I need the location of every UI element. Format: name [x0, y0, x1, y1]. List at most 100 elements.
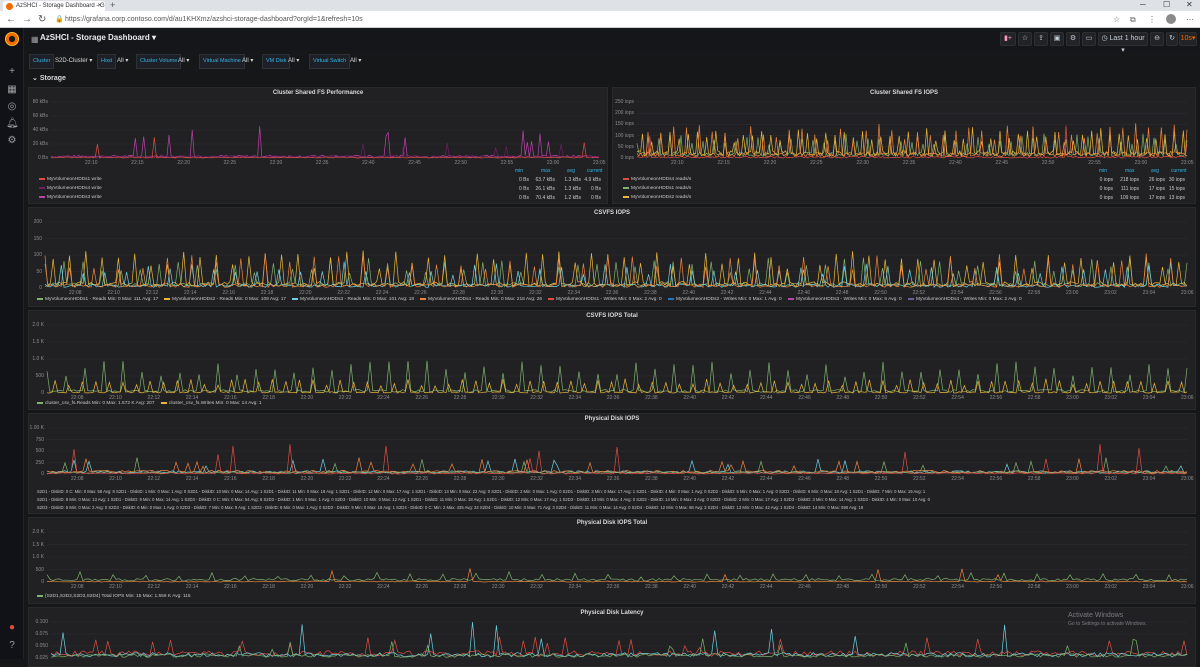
user-avatar-icon[interactable]: ●	[6, 622, 18, 634]
legend-series-item[interactable]: MyVolumeonHDDs4 - Reads Min: 0 Max: 218 …	[420, 297, 542, 302]
graph-area[interactable]	[29, 518, 1195, 603]
x-tick-label: 22:32	[529, 290, 542, 296]
legend-series-item[interactable]: MyVolumeonHDDs4 reads/s	[623, 177, 691, 182]
collections-icon[interactable]: ⧉	[1130, 14, 1136, 25]
favorite-star-icon[interactable]: ☆	[1113, 14, 1120, 25]
x-tick-label: 22:20	[300, 584, 314, 590]
alerting-bell-icon[interactable]: 🔔︎	[6, 118, 19, 130]
x-tick-label: 22:42	[721, 476, 735, 482]
x-tick-label: 22:55	[500, 160, 514, 166]
refresh-interval-picker[interactable]: 10s▾	[1179, 32, 1197, 46]
legend-series-item[interactable]: MyVolumeonHDDs2 reads/s	[623, 195, 691, 200]
create-plus-icon[interactable]: +	[6, 66, 18, 78]
series-line	[50, 636, 1188, 658]
x-tick-label: 22:15	[131, 160, 144, 166]
legend-series-item[interactable]: MyVolumeonHDDs1 - Reads Min: 0 Max: 111 …	[37, 297, 158, 302]
share-icon[interactable]: ⇪	[1034, 32, 1048, 46]
star-dashboard-icon[interactable]: ☆	[1018, 32, 1032, 46]
legend-swatch	[37, 401, 43, 404]
legend-series-item[interactable]: MyVolumeonHDDs1 reads/s	[623, 186, 691, 191]
y-tick-label: 50 iops	[617, 143, 634, 150]
x-tick-label: 23:06	[1181, 584, 1194, 590]
add-panel-icon[interactable]: ▮+	[1000, 32, 1016, 46]
extensions-icon[interactable]: ⋮	[1148, 14, 1156, 25]
y-tick-label: 2.0 K	[32, 529, 44, 535]
y-tick-label: 40 kBs	[32, 127, 48, 133]
legend-swatch	[623, 177, 629, 180]
x-tick-label: 22:08	[71, 584, 84, 590]
legend-series-name: MyVolumeonHDDs2 reads/s	[631, 195, 692, 200]
maximize-icon[interactable]: ☐	[1163, 0, 1170, 10]
explore-compass-icon[interactable]: ◎	[6, 101, 18, 113]
legend-series-item[interactable]: MyVolumeonHDDs3 - Writes Min: 0 Max: 6 A…	[788, 297, 902, 302]
var-select-cluster-volume[interactable]: All ▾	[176, 54, 191, 69]
forward-icon[interactable]: →	[22, 13, 32, 26]
legend-series-item[interactable]: MyVolumeonHDDs2 - Writes Min: 0 Max: 1 A…	[668, 297, 782, 302]
close-window-icon[interactable]: ✕	[1186, 0, 1193, 10]
legend-series-text: MyVolumeonHDDs2 - Reads Min: 0 Max: 109 …	[172, 297, 287, 302]
x-tick-label: 22:30	[490, 290, 504, 296]
time-picker-button[interactable]: ◷ Last 1 hour ▾	[1098, 32, 1148, 54]
legend-series-item[interactable]: MyVolumeonHDDs1 write	[39, 177, 102, 182]
x-tick-label: 22:50	[874, 584, 888, 590]
legend-series-item[interactable]: MyVolumeonHDDs1 - Writes Min: 0 Max: 2 A…	[548, 297, 662, 302]
y-tick-label: 0.025	[35, 655, 48, 661]
legend-value-min: 0 iops	[1099, 195, 1113, 201]
x-tick-label: 22:26	[415, 476, 428, 482]
legend-swatch	[420, 297, 426, 300]
series-line	[44, 261, 1188, 289]
settings-gear-icon[interactable]: ⚙	[1066, 32, 1080, 46]
x-tick-label: 22:08	[69, 290, 82, 296]
minimize-icon[interactable]: ─	[1140, 0, 1146, 10]
close-tab-icon[interactable]: ✕	[97, 2, 102, 9]
legend-row[interactable]: S2D3 - DiskID: 5 Min: 0 Max: 2 Avg: 0 S2…	[37, 505, 1187, 510]
legend-series-item[interactable]: {S2D1,S2D2,S2D3,S2D4} Total IOPS Min: 15…	[37, 594, 191, 599]
x-tick-label: 23:05	[593, 160, 606, 166]
y-tick-label: 20 kBs	[32, 141, 48, 147]
x-tick-label: 22:10	[109, 584, 122, 590]
row-storage-header[interactable]: ⌄ Storage	[32, 74, 66, 82]
browser-menu-icon[interactable]: ⋯	[1186, 14, 1194, 25]
url-input[interactable]: 🔒 https://grafana.corp.contoso.com/d/au1…	[55, 14, 1095, 25]
legend-series-item[interactable]: MyVolumeonHDDs3 write	[39, 195, 102, 200]
legend-series-item[interactable]: MyVolumeonHDDs2 - Reads Min: 0 Max: 109 …	[164, 297, 286, 302]
var-select-virtual-machine[interactable]: All ▾	[240, 54, 255, 69]
address-bar-row: ← → ↻ 🔒 https://grafana.corp.contoso.com…	[0, 11, 1200, 28]
graph-area[interactable]	[29, 608, 1195, 666]
save-icon[interactable]: ▣	[1050, 32, 1064, 46]
legend-value-current: 30 iops	[1168, 177, 1185, 183]
var-select-cluster[interactable]: S2D-Cluster ▾	[53, 54, 94, 69]
var-select-host[interactable]: All ▾	[115, 54, 130, 69]
dashboards-icon[interactable]: ▦	[6, 84, 18, 96]
tv-mode-icon[interactable]: ▭	[1082, 32, 1096, 46]
legend-series-item[interactable]: MyVolumeonHDDs4 - Writes Min: 0 Max: 2 A…	[908, 297, 1022, 302]
x-tick-label: 22:56	[989, 395, 1003, 401]
y-tick-label: 1.00 K	[29, 425, 44, 431]
y-tick-label: 0	[39, 285, 42, 291]
reload-icon[interactable]: ↻	[38, 13, 46, 26]
grafana-logo-icon[interactable]	[5, 32, 19, 46]
new-tab-button[interactable]: +	[110, 1, 115, 10]
template-variables-bar: Cluster S2D-Cluster ▾ Host All ▾ Cluster…	[24, 54, 1200, 70]
legend-row[interactable]: S2D1 - DiskID: 0 C: Min: 0 Max: 58 Avg: …	[37, 489, 1187, 494]
x-tick-label: 22:25	[810, 160, 823, 166]
legend-row[interactable]: S2D1 - DiskID: 8 Min: 0 Max: 13 Avg: 1 S…	[37, 497, 1187, 502]
back-icon[interactable]: ←	[6, 13, 16, 26]
legend-series-item[interactable]: MyVolumeonHDDs4 write	[39, 186, 102, 191]
tab-title: AzSHCI - Storage Dashboard - G	[16, 3, 105, 9]
x-tick-label: 22:12	[145, 290, 159, 296]
legend-series-item[interactable]: MyVolumeonHDDs3 - Reads Min: 0 Max: 101 …	[292, 297, 414, 302]
zoom-out-icon[interactable]: ⊖	[1150, 32, 1164, 46]
legend-series-item[interactable]: cluster_csv_fs.Writes Min: 0 Max: 14 Avg…	[161, 401, 262, 406]
legend-series-item[interactable]: cluster_csv_fs.Reads Min: 0 Max: 1.572 K…	[37, 401, 155, 406]
var-select-vm-disk[interactable]: All ▾	[286, 54, 301, 69]
y-tick-label: 500	[35, 448, 44, 454]
series-line	[44, 250, 1188, 288]
dashboard-title[interactable]: AzSHCI - Storage Dashboard ▾	[40, 33, 156, 42]
configuration-gear-icon[interactable]: ⚙	[6, 135, 18, 147]
refresh-icon[interactable]: ↻	[1166, 32, 1178, 46]
profile-avatar[interactable]	[1166, 14, 1176, 24]
browser-tab[interactable]: AzSHCI - Storage Dashboard - G ✕	[3, 1, 105, 11]
var-select-virtual-switch[interactable]: All ▾	[348, 54, 363, 69]
help-icon[interactable]: ?	[6, 640, 18, 652]
